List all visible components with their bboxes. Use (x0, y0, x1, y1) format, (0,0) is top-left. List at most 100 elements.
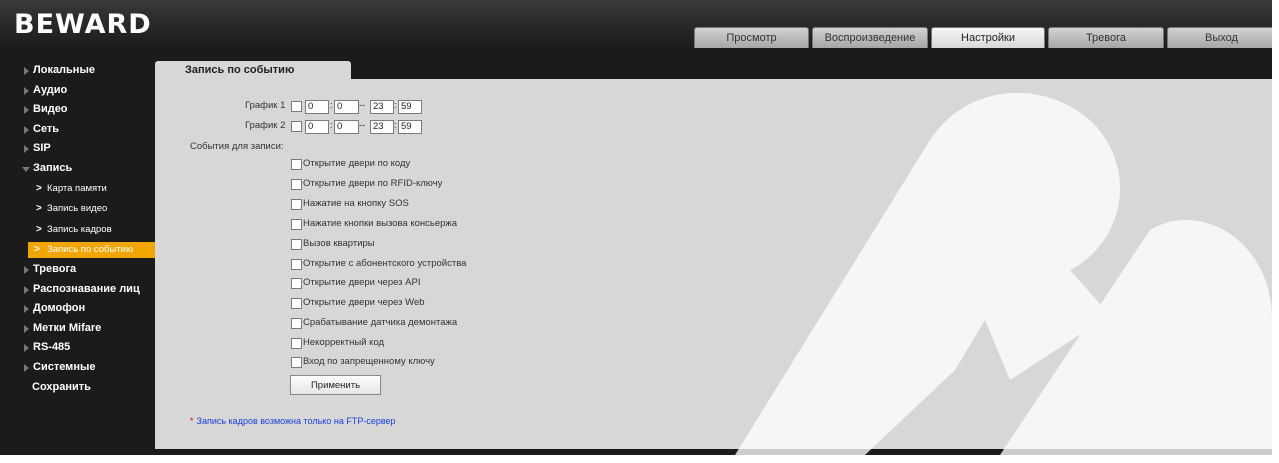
top-tabs: Просмотр Воспроизведение Настройки Трево… (694, 27, 1272, 48)
event-label: Открытие двери через API (303, 277, 421, 288)
event-label: Открытие двери по коду (303, 158, 411, 169)
schedule2-end-hour[interactable]: 23 (370, 120, 394, 134)
sidebar-item-audio[interactable]: Аудио (20, 81, 155, 101)
event-checkbox[interactable] (291, 159, 302, 170)
sidebar-item-label: Запись по событию (47, 244, 134, 256)
tab-exit[interactable]: Выход (1167, 27, 1272, 48)
schedule1-label: График 1 (245, 100, 286, 111)
event-label: Вход по запрещенному ключу (303, 356, 435, 367)
sidebar-item-intercom[interactable]: Домофон (20, 299, 155, 319)
event-checkbox[interactable] (291, 357, 302, 368)
time-dash: -- (359, 100, 366, 111)
schedule2-start-hour[interactable]: 0 (305, 120, 329, 134)
schedule1-start-hour[interactable]: 0 (305, 100, 329, 114)
event-label: Нажатие на кнопку SOS (303, 198, 409, 209)
expand-arrow-icon (24, 106, 29, 115)
events-title: События для записи: (190, 141, 284, 152)
chevron-right-icon: > (36, 203, 42, 215)
sidebar-item-label: SIP (33, 142, 51, 155)
event-label: Срабатывание датчика демонтажа (303, 317, 458, 328)
expand-arrow-icon (24, 125, 29, 134)
schedule2-label: График 2 (245, 120, 286, 131)
event-label: Вызов квартиры (303, 238, 375, 249)
sidebar-item-label: Запись (33, 161, 73, 174)
sidebar-item-label: Локальные (33, 64, 95, 76)
sidebar-item-label: Аудио (33, 83, 68, 96)
sidebar-item-system[interactable]: Системные (20, 358, 155, 378)
event-label: Открытие двери через Web (303, 297, 425, 308)
beward-logo: BEWARD (14, 9, 152, 40)
event-checkbox[interactable] (291, 278, 302, 289)
event-label: Открытие с абонентского устройства (303, 258, 467, 269)
header-bar: BEWARD Просмотр Воспроизведение Настройк… (0, 0, 1272, 50)
tab-view[interactable]: Просмотр (694, 27, 809, 48)
time-dash: -- (359, 120, 366, 131)
event-checkbox[interactable] (291, 259, 302, 270)
sidebar-subitem-frame-record[interactable]: > Запись кадров (20, 220, 155, 241)
apply-button[interactable]: Применить (290, 375, 381, 395)
schedule2-end-minute[interactable]: 59 (398, 120, 422, 134)
footnote-text: Запись кадров возможна только на FTP-сер… (196, 416, 396, 426)
sidebar-item-local[interactable]: Локальные (20, 61, 155, 81)
schedule2-checkbox[interactable] (291, 121, 302, 132)
event-checkbox[interactable] (291, 338, 302, 349)
sidebar-subitem-video-record[interactable]: > Запись видео (20, 199, 155, 220)
sidebar-item-record[interactable]: Запись (20, 159, 155, 179)
sidebar-item-face-recognition[interactable]: Распознавание лиц (20, 280, 155, 300)
event-checkbox[interactable] (291, 179, 302, 190)
sidebar-item-video[interactable]: Видео (20, 100, 155, 120)
sidebar-item-rs485[interactable]: RS-485 (20, 338, 155, 358)
schedule1-start-minute[interactable]: 0 (334, 100, 359, 114)
page-title: Запись по событию (185, 64, 295, 76)
footnote: * Запись кадров возможна только на FTP-се… (190, 416, 396, 426)
sidebar-item-label: Тревога (33, 263, 77, 276)
sidebar-item-network[interactable]: Сеть (20, 120, 155, 140)
sidebar-item-label: Карта памяти (47, 182, 107, 194)
sidebar-item-save[interactable]: Сохранить (20, 378, 155, 398)
chevron-right-icon: > (34, 244, 40, 256)
sidebar-subitem-event-record[interactable]: > Запись по событию (28, 242, 162, 259)
expand-arrow-icon (24, 324, 29, 333)
sidebar-item-sip[interactable]: SIP (20, 139, 155, 159)
event-checkbox[interactable] (291, 199, 302, 210)
sidebar-item-label: Запись видео (47, 203, 108, 215)
chevron-right-icon: > (36, 182, 42, 194)
tab-settings[interactable]: Настройки (931, 27, 1045, 48)
footnote-star: * (190, 416, 194, 426)
event-checkbox[interactable] (291, 318, 302, 329)
expand-arrow-icon (24, 344, 29, 353)
sidebar-item-label: Видео (33, 103, 68, 116)
sidebar-item-alarm[interactable]: Тревога (20, 260, 155, 280)
expand-arrow-icon (24, 364, 29, 373)
time-colon: : (330, 100, 333, 111)
expand-arrow-icon (24, 285, 29, 294)
sidebar-item-label: Метки Mifare (33, 321, 102, 334)
sidebar-item-label: Сохранить (32, 380, 91, 393)
chevron-right-icon: > (36, 223, 42, 235)
expand-arrow-icon (24, 86, 29, 95)
event-label: Некорректный код (303, 337, 385, 348)
event-label: Нажатие кнопки вызова консьержа (303, 218, 458, 229)
sidebar-item-mifare[interactable]: Метки Mifare (20, 319, 155, 339)
schedule1-end-hour[interactable]: 23 (370, 100, 394, 114)
time-colon: : (394, 100, 397, 111)
event-label: Открытие двери по RFID-ключу (303, 178, 443, 189)
rd-watermark-icon (735, 92, 1272, 455)
app-window: BEWARD Просмотр Воспроизведение Настройк… (0, 0, 1272, 455)
expand-arrow-icon (24, 266, 29, 275)
time-colon: : (330, 120, 333, 131)
page-title-tab: Запись по событию (155, 61, 351, 79)
schedule1-checkbox[interactable] (291, 101, 302, 112)
sidebar-subitem-memory-card[interactable]: > Карта памяти (20, 179, 155, 200)
sidebar-item-label: Сеть (33, 122, 60, 135)
tab-playback[interactable]: Воспроизведение (812, 27, 928, 48)
tab-alarm[interactable]: Тревога (1048, 27, 1164, 48)
sidebar-item-label: Запись кадров (47, 223, 112, 235)
sidebar-item-label: Домофон (33, 302, 86, 315)
schedule1-end-minute[interactable]: 59 (398, 100, 422, 114)
event-checkbox[interactable] (291, 298, 302, 309)
event-checkbox[interactable] (291, 219, 302, 230)
event-checkbox[interactable] (291, 239, 302, 250)
expand-arrow-icon (24, 67, 29, 75)
schedule2-start-minute[interactable]: 0 (334, 120, 359, 134)
